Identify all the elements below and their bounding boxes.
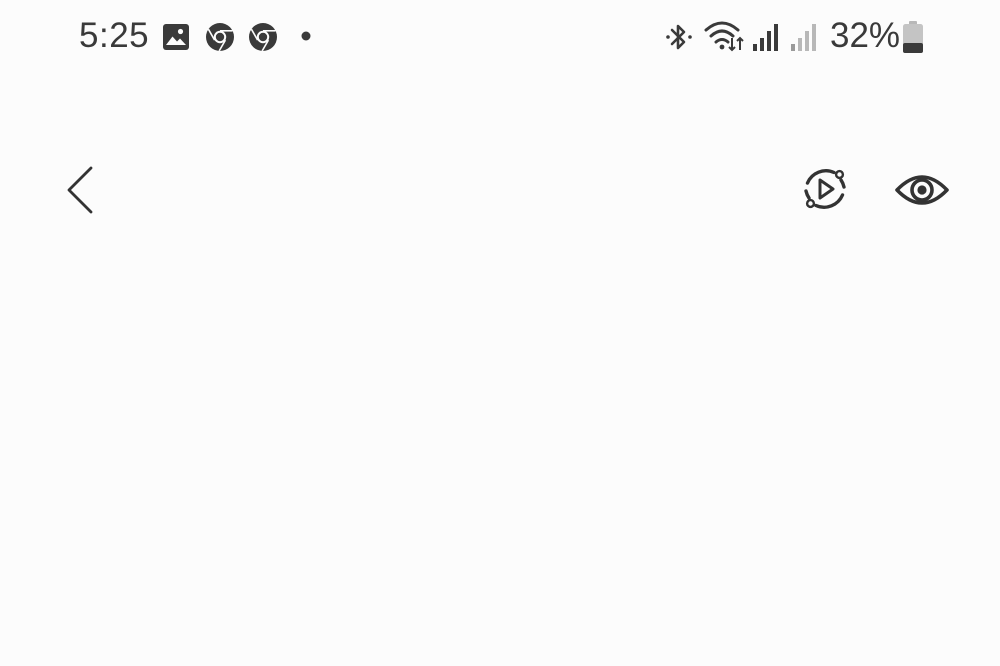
battery-percentage: 32% [830,16,901,55]
app-bar [0,140,1000,240]
bluetooth-icon [666,24,692,50]
gallery-notification-icon [163,24,189,50]
status-time: 5:25 [79,16,150,55]
status-bar: 5:25 32% [0,0,1000,72]
signal-strength-icon [753,24,778,51]
motion-playback-icon[interactable] [800,164,850,214]
chrome-notification-icon [249,23,277,52]
signal-strength-secondary-icon [791,24,816,51]
wifi-icon [704,21,744,52]
view-eye-icon[interactable] [894,168,950,212]
content-area [0,240,1000,666]
chrome-notification-icon [206,23,234,52]
battery-icon [903,21,923,53]
back-arrow-icon[interactable] [62,164,98,216]
more-notifications-dot-icon [301,31,311,41]
